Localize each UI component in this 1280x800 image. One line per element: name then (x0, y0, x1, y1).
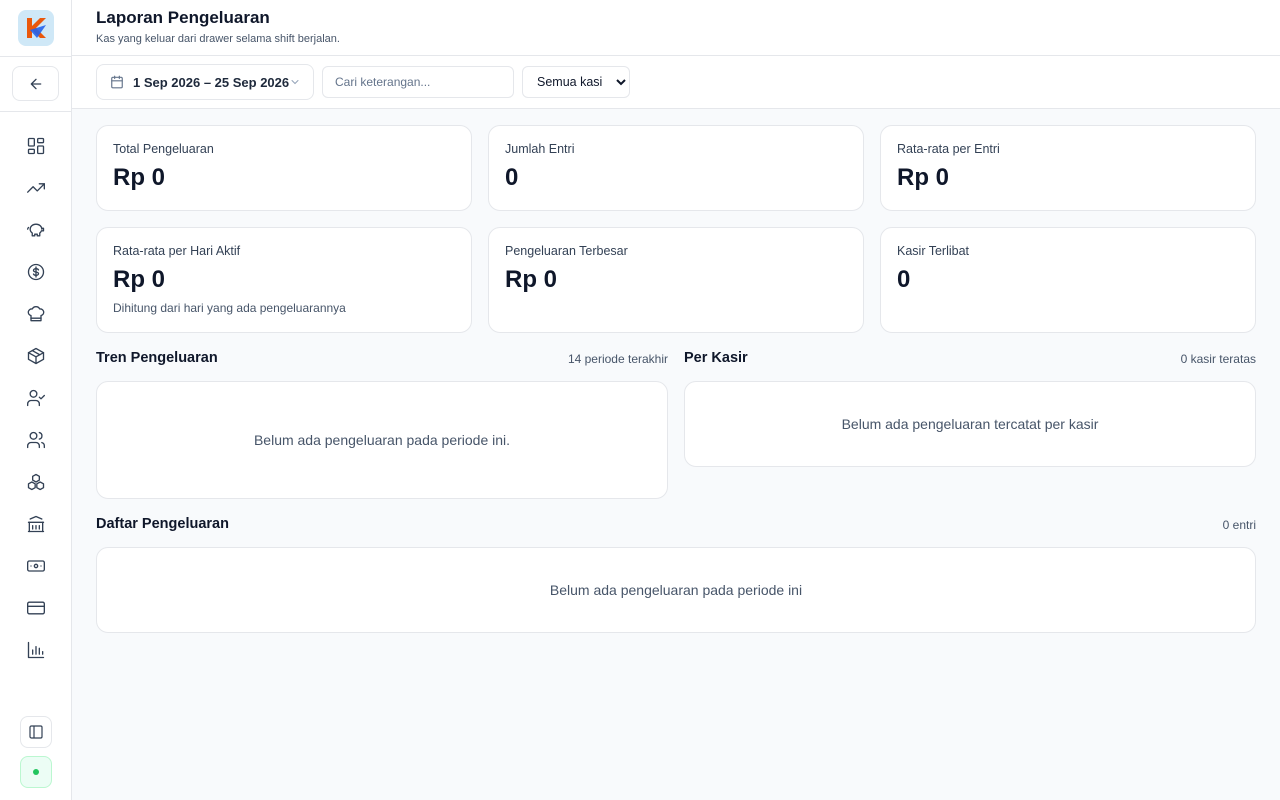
sidebar-item-trends[interactable] (24, 176, 48, 200)
stat-label: Jumlah Entri (505, 142, 575, 156)
stat-card-average-per-day: Rata-rata per Hari Aktif Rp 0 Dihitung d… (96, 227, 472, 333)
expense-list-empty-message: Belum ada pengeluaran pada periode ini (549, 582, 803, 598)
sidebar-item-savings[interactable] (24, 218, 48, 242)
page-header: Laporan Pengeluaran Kas yang keluar dari… (72, 0, 1280, 56)
sidebar-divider (0, 56, 72, 57)
per-cashier-empty-message: Belum ada pengeluaran tercatat per kasir (841, 416, 1099, 432)
stat-value: Rp 0 (113, 164, 166, 191)
sidebar-divider (0, 111, 72, 112)
stat-label: Rata-rata per Entri (897, 142, 1000, 156)
date-range-picker[interactable]: 1 Sep 2026 – 25 Sep 2026 (96, 64, 314, 100)
chef-hat-icon (27, 305, 45, 322)
credit-card-icon (27, 601, 45, 615)
status-dot (33, 769, 39, 775)
sidebar-item-bank[interactable] (24, 512, 48, 536)
expense-list-section-title: Daftar Pengeluaran (96, 516, 229, 532)
boxes-icon (27, 473, 45, 491)
sidebar-item-dashboard[interactable] (24, 134, 48, 158)
app-logo[interactable] (18, 10, 54, 46)
sidebar-item-inventory[interactable] (24, 470, 48, 494)
date-range-label: 1 Sep 2026 – 25 Sep 2026 (133, 74, 290, 90)
sidebar-item-reports[interactable] (24, 638, 48, 662)
trend-empty-state: Belum ada pengeluaran pada periode ini. (96, 381, 668, 499)
expense-list-empty-state: Belum ada pengeluaran pada periode ini (96, 547, 1256, 633)
sidebar-item-finance[interactable] (24, 260, 48, 284)
collapse-sidebar-button[interactable] (20, 716, 52, 748)
per-cashier-section-title: Per Kasir (684, 350, 748, 366)
page-subtitle: Kas yang keluar dari drawer selama shift… (96, 33, 340, 45)
search-input[interactable] (322, 66, 514, 98)
per-cashier-section-meta: 0 kasir teratas (1180, 352, 1256, 366)
stat-value: 0 (505, 164, 519, 191)
status-indicator-button[interactable] (20, 756, 52, 788)
stat-value: Rp 0 (897, 164, 950, 191)
sidebar-item-kitchen[interactable] (24, 302, 48, 326)
panel-left-icon (29, 725, 43, 739)
dollar-circle-icon (27, 263, 45, 281)
stat-value: Rp 0 (113, 266, 166, 293)
stat-note: Dihitung dari hari yang ada pengeluarann… (113, 301, 346, 315)
user-check-icon (27, 389, 45, 407)
chevron-down-icon (291, 80, 299, 85)
bank-icon (27, 515, 45, 533)
stat-card-total: Total Pengeluaran Rp 0 (96, 125, 472, 211)
sidebar-item-staff[interactable] (24, 386, 48, 410)
stat-value: 0 (897, 266, 911, 293)
stat-label: Rata-rata per Hari Aktif (113, 244, 241, 258)
sidebar-item-payments[interactable] (24, 596, 48, 620)
sidebar-item-customers[interactable] (24, 428, 48, 452)
trending-up-icon (27, 183, 45, 193)
package-icon (27, 347, 45, 365)
stat-value: Rp 0 (505, 266, 558, 293)
arrow-left-icon (30, 78, 41, 89)
sidebar-item-products[interactable] (24, 344, 48, 368)
stat-label: Total Pengeluaran (113, 142, 214, 156)
per-cashier-empty-state: Belum ada pengeluaran tercatat per kasir (684, 381, 1256, 467)
stat-label: Kasir Terlibat (897, 244, 970, 258)
bar-chart-icon (27, 641, 45, 659)
expense-list-section-meta: 0 entri (1222, 518, 1256, 532)
stat-card-average-per-entry: Rata-rata per Entri Rp 0 (880, 125, 1256, 211)
cashier-select[interactable]: Semua kasir (522, 66, 630, 98)
users-icon (27, 431, 46, 449)
piggy-bank-icon (27, 223, 45, 237)
back-button[interactable] (12, 66, 59, 101)
stat-label: Pengeluaran Terbesar (505, 244, 628, 258)
banknote-icon (27, 560, 45, 572)
trend-empty-message: Belum ada pengeluaran pada periode ini. (253, 432, 511, 448)
trend-section-meta: 14 periode terakhir (567, 352, 668, 366)
trend-section-title: Tren Pengeluaran (96, 350, 218, 366)
filter-toolbar: 1 Sep 2026 – 25 Sep 2026 Semua kasir (72, 56, 1280, 109)
stat-card-cashiers: Kasir Terlibat 0 (880, 227, 1256, 333)
sidebar (0, 0, 72, 800)
page-title: Laporan Pengeluaran (96, 8, 270, 27)
dashboard-icon (27, 137, 45, 155)
stat-card-count: Jumlah Entri 0 (488, 125, 864, 211)
sidebar-item-cash[interactable] (24, 554, 48, 578)
calendar-icon (111, 75, 123, 89)
stat-card-largest: Pengeluaran Terbesar Rp 0 (488, 227, 864, 333)
